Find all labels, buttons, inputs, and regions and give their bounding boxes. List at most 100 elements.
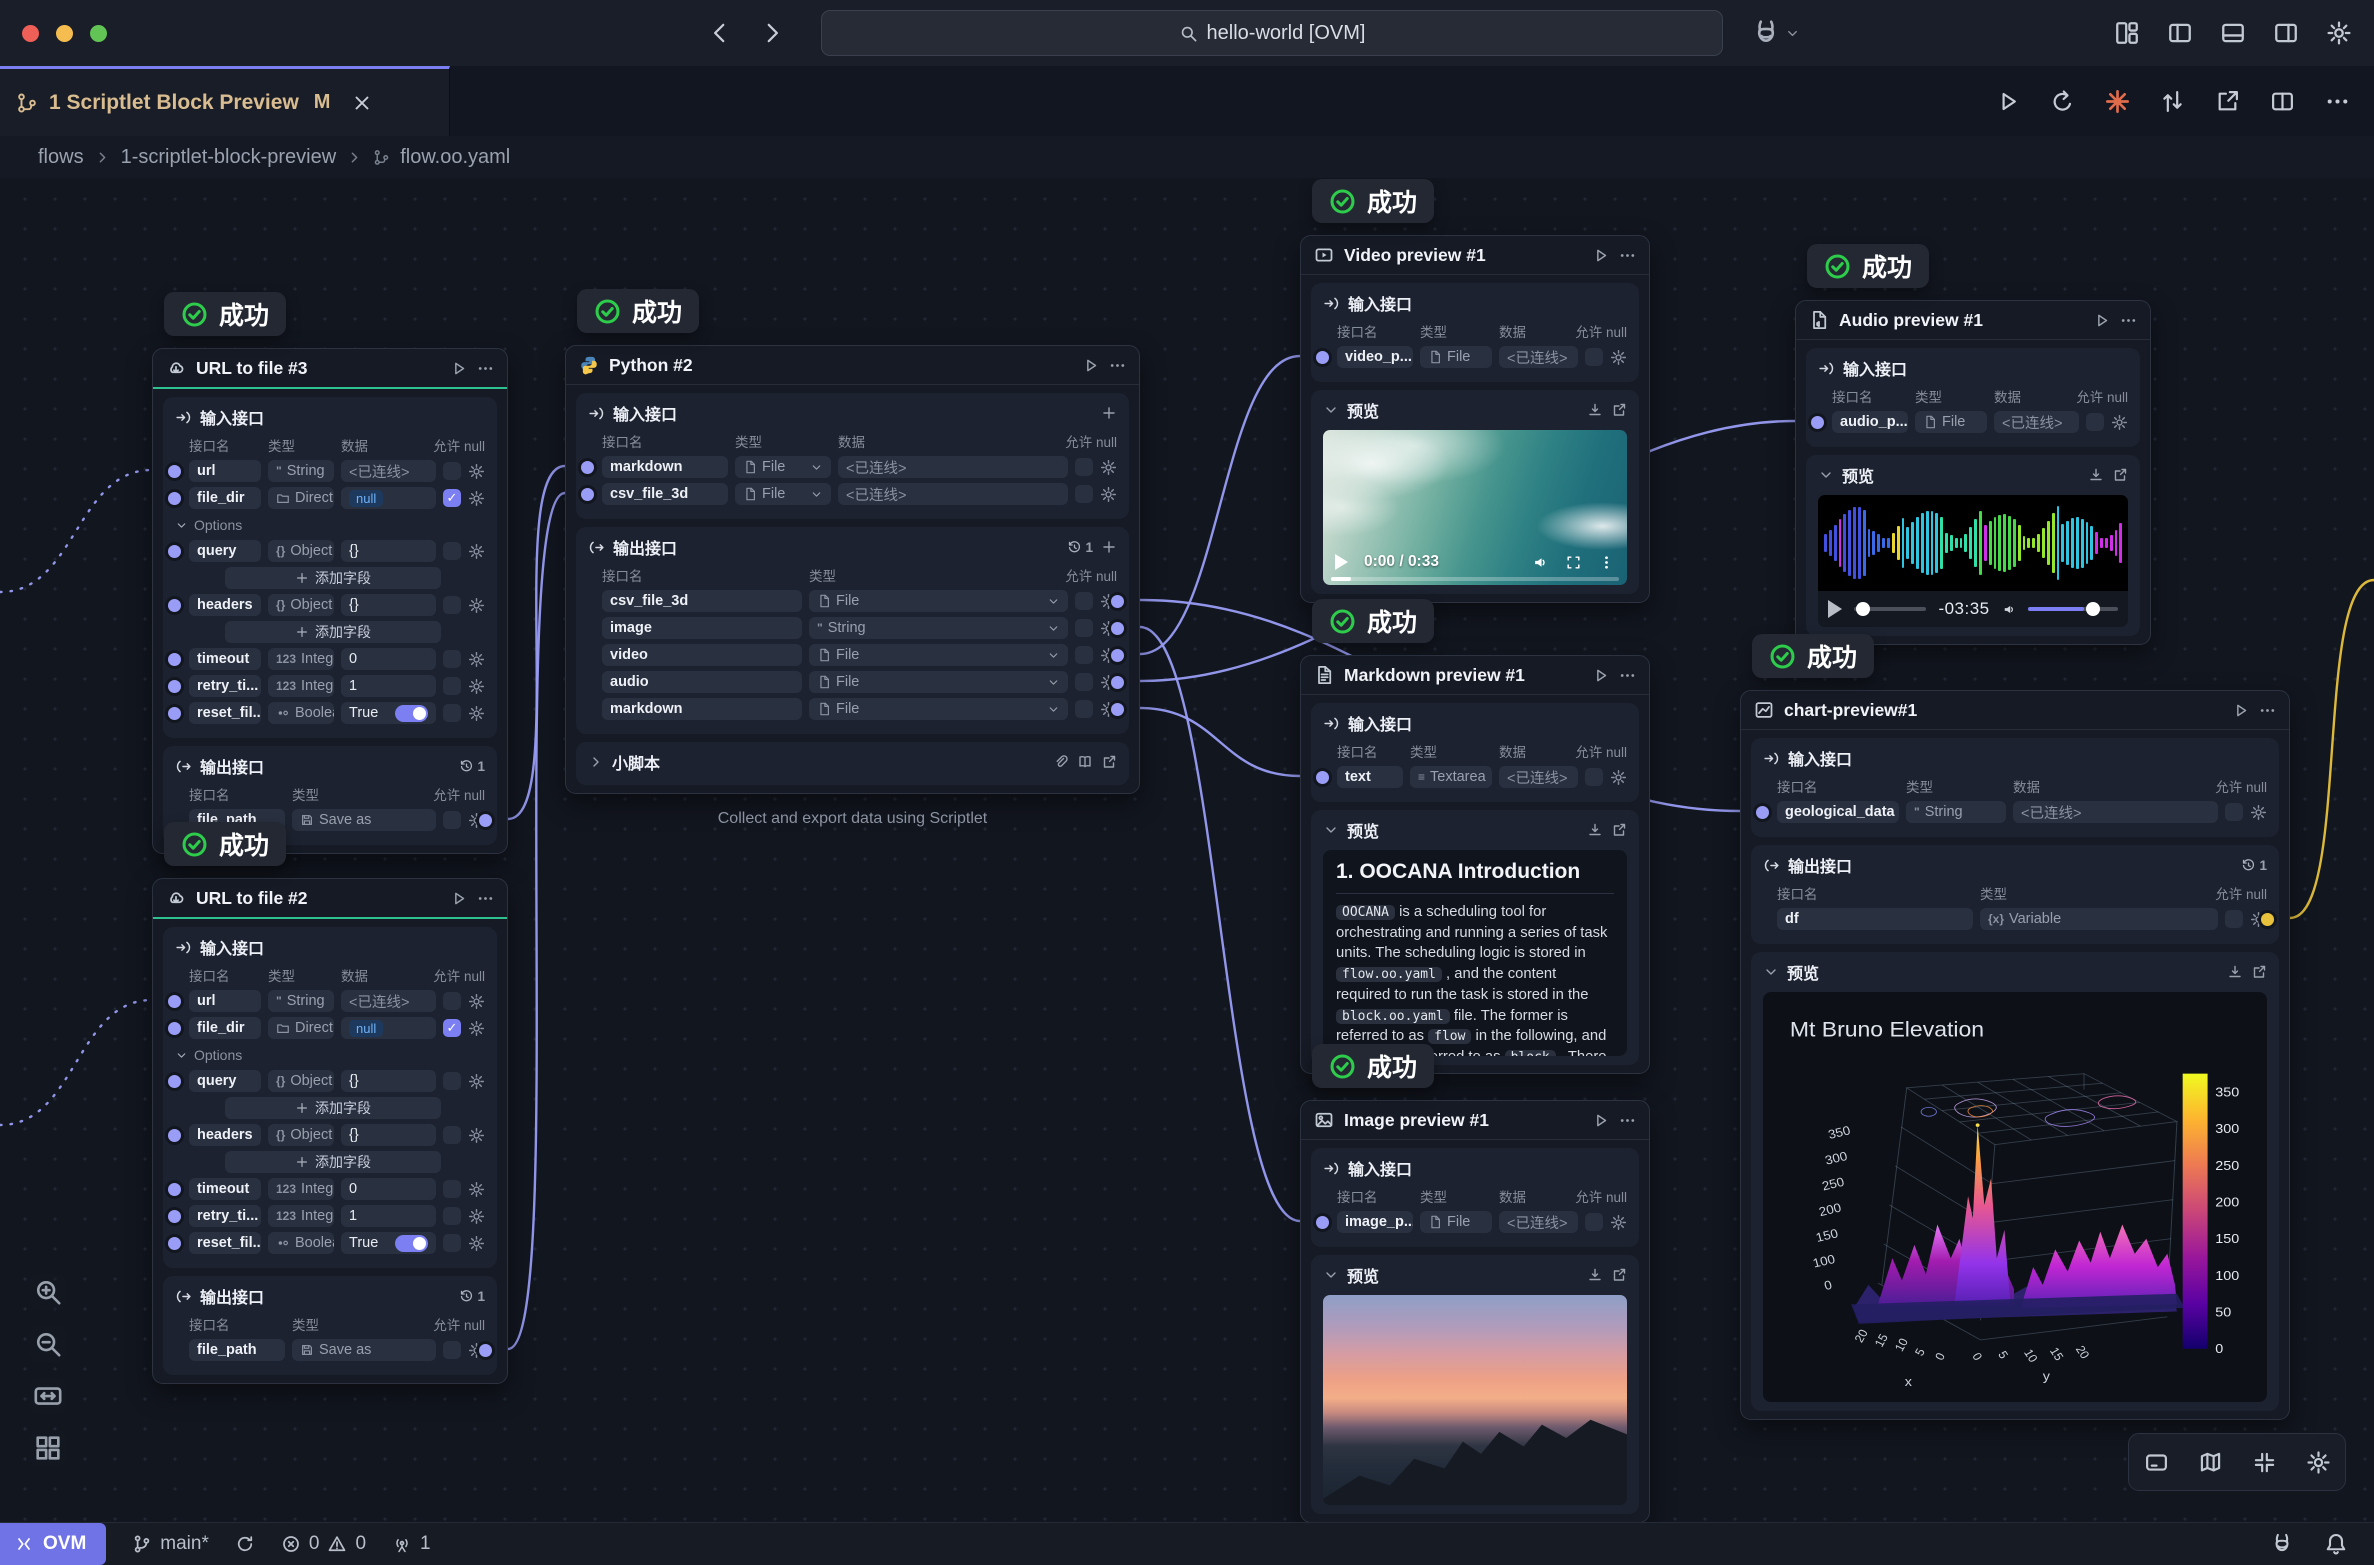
rerun-icon[interactable]: [2050, 89, 2075, 114]
run-flow-icon[interactable]: [1995, 89, 2020, 114]
port-name-chip[interactable]: geological_data: [1777, 801, 1899, 823]
edge[interactable]: [508, 493, 565, 1349]
maximize-window-button[interactable]: [90, 25, 107, 42]
node-more-icon[interactable]: [1619, 247, 1636, 264]
port-name-chip[interactable]: df: [1777, 908, 1973, 930]
node-more-icon[interactable]: [1109, 357, 1126, 374]
port-handle-retry_ti...[interactable]: [165, 677, 184, 696]
node-more-icon[interactable]: [2259, 702, 2276, 719]
edge[interactable]: [0, 1000, 152, 1125]
run-history[interactable]: 1: [2241, 858, 2267, 873]
allow-null-checkbox[interactable]: [443, 1207, 461, 1225]
auto-layout-icon[interactable]: [30, 1430, 66, 1466]
download-icon[interactable]: [1587, 402, 1603, 418]
video-menu-icon[interactable]: [1598, 554, 1615, 571]
forward-button[interactable]: [759, 20, 785, 46]
dropdown-chevron-icon[interactable]: [1047, 622, 1060, 635]
assistant-status-icon[interactable]: [2270, 1532, 2294, 1556]
port-name-chip[interactable]: markdown: [602, 698, 802, 720]
port-settings-gear-icon[interactable]: [468, 1127, 485, 1144]
port-name-chip[interactable]: query: [189, 540, 261, 562]
port-type-chip[interactable]: Direct...: [268, 1017, 334, 1039]
add-port-icon[interactable]: [1101, 539, 1117, 555]
node-run-icon[interactable]: [1592, 1112, 1609, 1129]
compare-icon[interactable]: [2160, 89, 2185, 114]
preview-header[interactable]: 预览: [1323, 1261, 1627, 1289]
port-settings-gear-icon[interactable]: [468, 543, 485, 560]
port-name-chip[interactable]: headers: [189, 594, 261, 616]
port-type-chip[interactable]: {x}Variable: [1980, 908, 2218, 930]
port-type-chip[interactable]: File: [1915, 411, 1987, 433]
toggle-panel-icon[interactable]: [2220, 20, 2246, 46]
port-handle-video_p...[interactable]: [1313, 348, 1332, 367]
dropdown-chevron-icon[interactable]: [810, 461, 823, 474]
port-settings-gear-icon[interactable]: [1610, 1214, 1627, 1231]
node-header[interactable]: URL to file #3: [153, 349, 507, 389]
allow-null-checkbox[interactable]: [1075, 592, 1093, 610]
port-value-chip[interactable]: 1: [341, 1205, 436, 1227]
collapse-caret-icon[interactable]: [1323, 1267, 1339, 1283]
port-type-chip[interactable]: {}Object: [268, 1070, 334, 1092]
options-divider[interactable]: Options: [175, 1045, 485, 1065]
preview-header[interactable]: 预览: [1818, 461, 2128, 489]
port-name-chip[interactable]: url: [189, 460, 261, 482]
node-video1[interactable]: Video preview #1输入接口接口名类型数据允许 nullvideo_…: [1300, 235, 1650, 603]
port-settings-gear-icon[interactable]: [468, 705, 485, 722]
audio-play-icon[interactable]: [1828, 600, 1842, 618]
edge[interactable]: [2290, 580, 2374, 918]
open-external-icon[interactable]: [2112, 467, 2128, 483]
port-name-chip[interactable]: audio_p...: [1832, 411, 1908, 433]
close-window-button[interactable]: [22, 25, 39, 42]
port-settings-gear-icon[interactable]: [2250, 804, 2267, 821]
port-handle-headers[interactable]: [165, 1126, 184, 1145]
port-handle-file_dir[interactable]: [165, 489, 184, 508]
port-value-chip[interactable]: 1: [341, 675, 436, 697]
port-value-chip[interactable]: {}: [341, 594, 436, 616]
port-type-chip[interactable]: Boolean: [268, 702, 334, 724]
port-value-chip[interactable]: 0: [341, 1178, 436, 1200]
node-more-icon[interactable]: [1619, 667, 1636, 684]
download-icon[interactable]: [2227, 964, 2243, 980]
port-value-chip[interactable]: null: [341, 487, 436, 509]
problems[interactable]: 0 0: [281, 1533, 366, 1555]
port-settings-gear-icon[interactable]: [468, 993, 485, 1010]
port-settings-gear-icon[interactable]: [468, 463, 485, 480]
port-name-chip[interactable]: text: [1337, 766, 1403, 788]
port-name-chip[interactable]: url: [189, 990, 261, 1012]
port-name-chip[interactable]: headers: [189, 1124, 261, 1146]
port-name-chip[interactable]: retry_ti...: [189, 1205, 261, 1227]
port-settings-gear-icon[interactable]: [2111, 414, 2128, 431]
video-play-icon[interactable]: [1335, 554, 1348, 570]
breadcrumb-item-flows[interactable]: flows: [38, 146, 84, 169]
port-handle-audio[interactable]: [1108, 673, 1127, 692]
port-value-chip[interactable]: True: [341, 702, 436, 724]
zoom-in-icon[interactable]: [30, 1274, 66, 1310]
open-external-icon[interactable]: [2251, 964, 2267, 980]
run-history[interactable]: 1: [459, 759, 485, 774]
node-header[interactable]: Image preview #1: [1301, 1101, 1649, 1140]
node-more-icon[interactable]: [477, 890, 494, 907]
port-value-chip[interactable]: True: [341, 1232, 436, 1254]
volume-icon[interactable]: [2002, 601, 2017, 618]
git-sync[interactable]: [235, 1534, 255, 1554]
port-type-chip[interactable]: Direct...: [268, 487, 334, 509]
allow-null-checkbox[interactable]: [1075, 619, 1093, 637]
port-name-chip[interactable]: image: [602, 617, 802, 639]
allow-null-checkbox[interactable]: [443, 596, 461, 614]
node-more-icon[interactable]: [2120, 312, 2137, 329]
customize-layout-icon[interactable]: [2114, 20, 2140, 46]
port-handle-retry_ti...[interactable]: [165, 1207, 184, 1226]
edge[interactable]: [1140, 627, 1300, 1221]
port-value-chip[interactable]: <已连线>: [1499, 766, 1578, 788]
port-name-chip[interactable]: audio: [602, 671, 802, 693]
minimap-icon[interactable]: [2198, 1450, 2223, 1475]
boolean-toggle[interactable]: [395, 1235, 428, 1252]
flow-canvas[interactable]: URL to file #3输入接口接口名类型数据允许 nullurl"Stri…: [0, 178, 2374, 1522]
console-panel-icon[interactable]: [2144, 1450, 2169, 1475]
port-settings-gear-icon[interactable]: [1100, 486, 1117, 503]
open-external-icon[interactable]: [1101, 754, 1117, 770]
split-editor-icon[interactable]: [2270, 89, 2295, 114]
node-url3[interactable]: URL to file #3输入接口接口名类型数据允许 nullurl"Stri…: [152, 348, 508, 854]
node-run-icon[interactable]: [1592, 667, 1609, 684]
volume-knob[interactable]: [2086, 602, 2100, 616]
